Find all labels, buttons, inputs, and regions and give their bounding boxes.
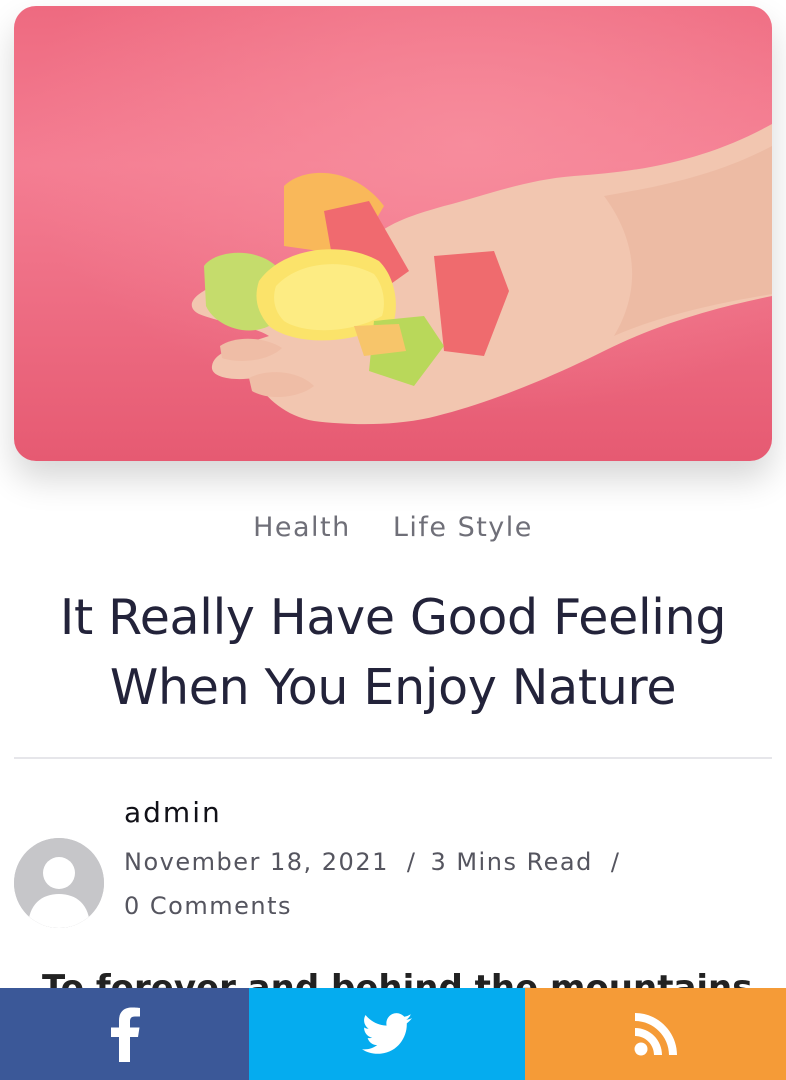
meta-separator: / [610, 848, 621, 876]
facebook-share-button[interactable] [0, 988, 249, 1080]
twitter-icon [362, 1013, 412, 1054]
author-name[interactable]: admin [124, 796, 222, 829]
divider [14, 757, 772, 759]
rss-share-button[interactable] [525, 988, 786, 1080]
post-featured-image[interactable] [14, 6, 772, 461]
author-avatar[interactable] [14, 838, 104, 928]
facebook-icon [110, 1007, 140, 1062]
read-time: 3 Mins Read [430, 848, 593, 876]
rss-icon [634, 1013, 677, 1056]
twitter-share-button[interactable] [249, 988, 525, 1080]
post-meta: November 18, 2021 / 3 Mins Read / [124, 848, 634, 876]
post-date: November 18, 2021 [124, 848, 389, 876]
user-avatar-icon [14, 838, 104, 928]
category-link-health[interactable]: Health [253, 512, 351, 543]
comment-count[interactable]: 0 Comments [124, 892, 292, 920]
meta-separator: / [406, 848, 417, 876]
post-title: It Really Have Good Feeling When You Enj… [59, 589, 727, 716]
post-categories: Health Life Style [0, 512, 786, 543]
category-link-life-style[interactable]: Life Style [393, 512, 533, 543]
share-bar [0, 988, 786, 1080]
